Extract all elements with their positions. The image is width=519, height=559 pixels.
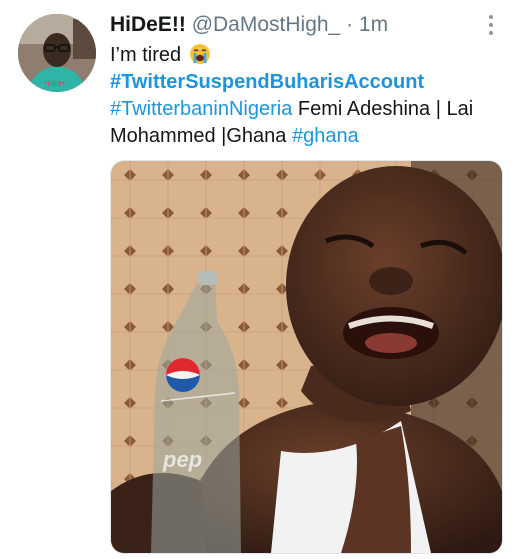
tweet-timestamp[interactable]: 1m: [359, 13, 388, 36]
svg-text:*HE9*: *HE9*: [44, 80, 66, 88]
bottle-label: pep: [162, 447, 202, 472]
crying-emoji-icon: [189, 44, 210, 64]
media-photo: pep: [111, 161, 502, 553]
hashtag-link[interactable]: #ghana: [292, 125, 359, 147]
avatar[interactable]: *HE9*: [18, 14, 96, 92]
more-options-icon[interactable]: [481, 12, 501, 38]
tweet-text-segment: Mohammed |Ghana: [110, 125, 292, 147]
display-name[interactable]: HiDeE!!: [110, 13, 186, 36]
user-handle[interactable]: @DaMostHigh_: [192, 13, 341, 36]
pepsi-logo: [166, 358, 200, 392]
tweet-header: HiDeE!! @DaMostHigh_ · 1m: [110, 12, 388, 38]
hashtag-link[interactable]: #TwitterSuspendBuharisAccount: [110, 71, 424, 93]
tweet-text: I’m tired #TwitterSuspendBuharisAccount …: [110, 42, 510, 150]
tweet-media-image[interactable]: pep: [110, 160, 503, 554]
separator-dot: ·: [346, 13, 354, 36]
tweet-text-line1: I’m tired: [110, 44, 182, 66]
hashtag-link[interactable]: #TwitterbaninNigeria: [110, 98, 292, 120]
tweet-card[interactable]: *HE9* HiDeE!! @DaMostHigh_ · 1m I’m tire…: [0, 0, 519, 559]
tweet-text-segment: Femi Adeshina | Lai: [292, 98, 474, 120]
avatar-image: *HE9*: [18, 14, 96, 92]
